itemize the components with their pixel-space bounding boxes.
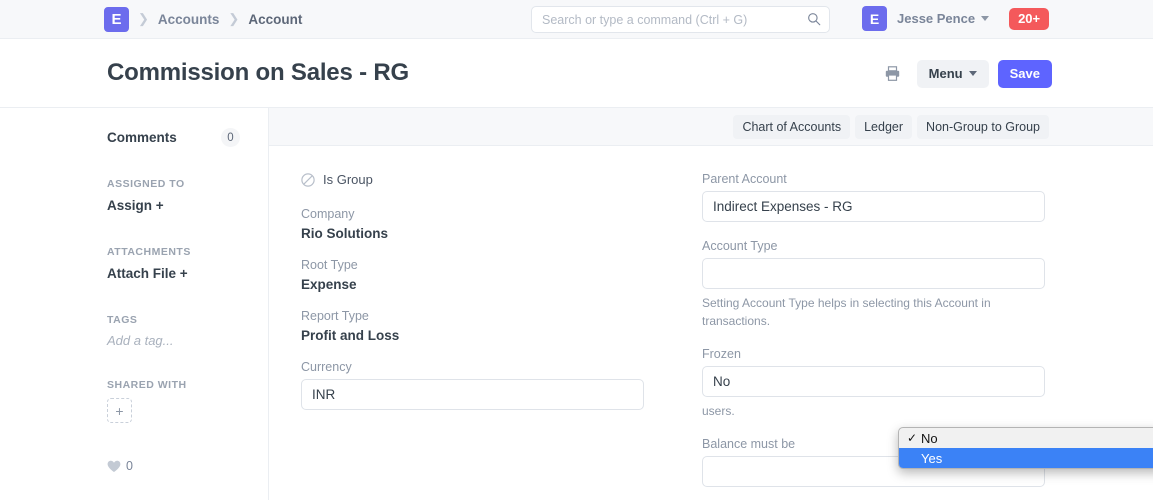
shared-with-section: SHARED WITH + <box>107 379 240 423</box>
parent-account-label: Parent Account <box>702 172 1045 186</box>
brand-logo-icon[interactable]: E <box>104 7 129 32</box>
avatar: E <box>862 6 887 31</box>
search-container <box>531 6 830 33</box>
attachments-section: ATTACHMENTS Attach File + <box>107 246 240 283</box>
company-label: Company <box>301 207 644 221</box>
like-button[interactable]: 0 <box>107 459 240 473</box>
save-button[interactable]: Save <box>998 60 1052 88</box>
dropdown-option-label: Yes <box>921 451 942 466</box>
breadcrumb-accounts[interactable]: Accounts <box>158 12 220 27</box>
add-share-button[interactable]: + <box>107 398 132 423</box>
account-type-input[interactable] <box>702 258 1045 289</box>
dropdown-option-label: No <box>921 431 938 446</box>
page-title: Commission on Sales - RG <box>107 59 409 87</box>
dropdown-option-yes[interactable]: Yes <box>899 448 1153 468</box>
currency-label: Currency <box>301 360 644 374</box>
disabled-circle-icon <box>301 173 315 187</box>
printer-icon <box>884 65 901 82</box>
frozen-dropdown-menu[interactable]: ✓ No Yes <box>898 427 1153 469</box>
form-area: Chart of Accounts Ledger Non-Group to Gr… <box>269 108 1153 500</box>
notification-badge[interactable]: 20+ <box>1009 8 1049 30</box>
add-tag-input[interactable]: Add a tag... <box>107 333 240 348</box>
connections-toolbar: Chart of Accounts Ledger Non-Group to Gr… <box>269 108 1153 146</box>
frozen-label: Frozen <box>702 347 1045 361</box>
breadcrumb-separator-icon: ❯ <box>228 11 239 27</box>
frozen-field: Frozen users. <box>702 347 1045 420</box>
is-group-label: Is Group <box>323 172 373 187</box>
account-type-help-text: Setting Account Type helps in selecting … <box>702 294 1022 330</box>
user-name-label: Jesse Pence <box>897 11 975 26</box>
title-actions: Menu Save <box>878 39 1052 108</box>
tab-non-group-to-group[interactable]: Non-Group to Group <box>917 115 1049 139</box>
heart-icon <box>107 460 121 473</box>
body: Comments 0 ASSIGNED TO Assign + ATTACHME… <box>0 108 1153 500</box>
root-type-field: Root Type Expense <box>301 258 644 292</box>
report-type-value[interactable]: Profit and Loss <box>301 328 644 343</box>
frozen-select[interactable] <box>702 366 1045 397</box>
parent-account-input[interactable] <box>702 191 1045 222</box>
breadcrumb-separator-icon: ❯ <box>138 11 149 27</box>
account-type-field: Account Type Setting Account Type helps … <box>702 239 1045 330</box>
report-type-label: Report Type <box>301 309 644 323</box>
navbar: E ❯ Accounts ❯ Account E Jesse Pence 20+ <box>0 0 1153 39</box>
like-count: 0 <box>126 459 133 473</box>
chevron-down-icon <box>969 71 977 76</box>
tags-section: TAGS Add a tag... <box>107 314 240 348</box>
comments-section[interactable]: Comments 0 <box>107 128 240 147</box>
tab-ledger[interactable]: Ledger <box>855 115 912 139</box>
parent-account-field: Parent Account <box>702 172 1045 222</box>
checkmark-icon: ✓ <box>907 431 921 445</box>
form-column-left: Is Group Company Rio Solutions Root Type… <box>301 172 644 500</box>
menu-button-label: Menu <box>929 66 963 81</box>
account-type-label: Account Type <box>702 239 1045 253</box>
frozen-help-text: users. <box>702 402 1022 420</box>
menu-button[interactable]: Menu <box>917 60 989 88</box>
attachments-label: ATTACHMENTS <box>107 246 240 258</box>
tab-chart-of-accounts[interactable]: Chart of Accounts <box>733 115 850 139</box>
user-menu[interactable]: E Jesse Pence 20+ <box>862 6 1049 31</box>
comments-count-badge: 0 <box>221 128 240 147</box>
is-group-field[interactable]: Is Group <box>301 172 644 187</box>
company-value[interactable]: Rio Solutions <box>301 226 644 241</box>
print-button[interactable] <box>878 60 908 88</box>
comments-label: Comments <box>107 130 177 145</box>
app-window: E ❯ Accounts ❯ Account E Jesse Pence 20+… <box>0 0 1153 500</box>
currency-input[interactable] <box>301 379 644 410</box>
root-type-value[interactable]: Expense <box>301 277 644 292</box>
root-type-label: Root Type <box>301 258 644 272</box>
sidebar: Comments 0 ASSIGNED TO Assign + ATTACHME… <box>0 108 269 500</box>
dropdown-option-no[interactable]: ✓ No <box>899 428 1153 448</box>
company-field: Company Rio Solutions <box>301 207 644 241</box>
search-input[interactable] <box>531 6 830 33</box>
shared-with-label: SHARED WITH <box>107 379 240 391</box>
tags-label: TAGS <box>107 314 240 326</box>
attach-file-button[interactable]: Attach File + <box>107 266 188 281</box>
breadcrumb-account[interactable]: Account <box>248 12 302 27</box>
currency-field: Currency <box>301 360 644 410</box>
assign-button[interactable]: Assign + <box>107 198 164 213</box>
title-bar: Commission on Sales - RG Menu Save <box>0 39 1153 108</box>
assigned-to-section: ASSIGNED TO Assign + <box>107 178 240 215</box>
chevron-down-icon <box>981 16 989 21</box>
report-type-field: Report Type Profit and Loss <box>301 309 644 343</box>
assigned-to-label: ASSIGNED TO <box>107 178 240 190</box>
